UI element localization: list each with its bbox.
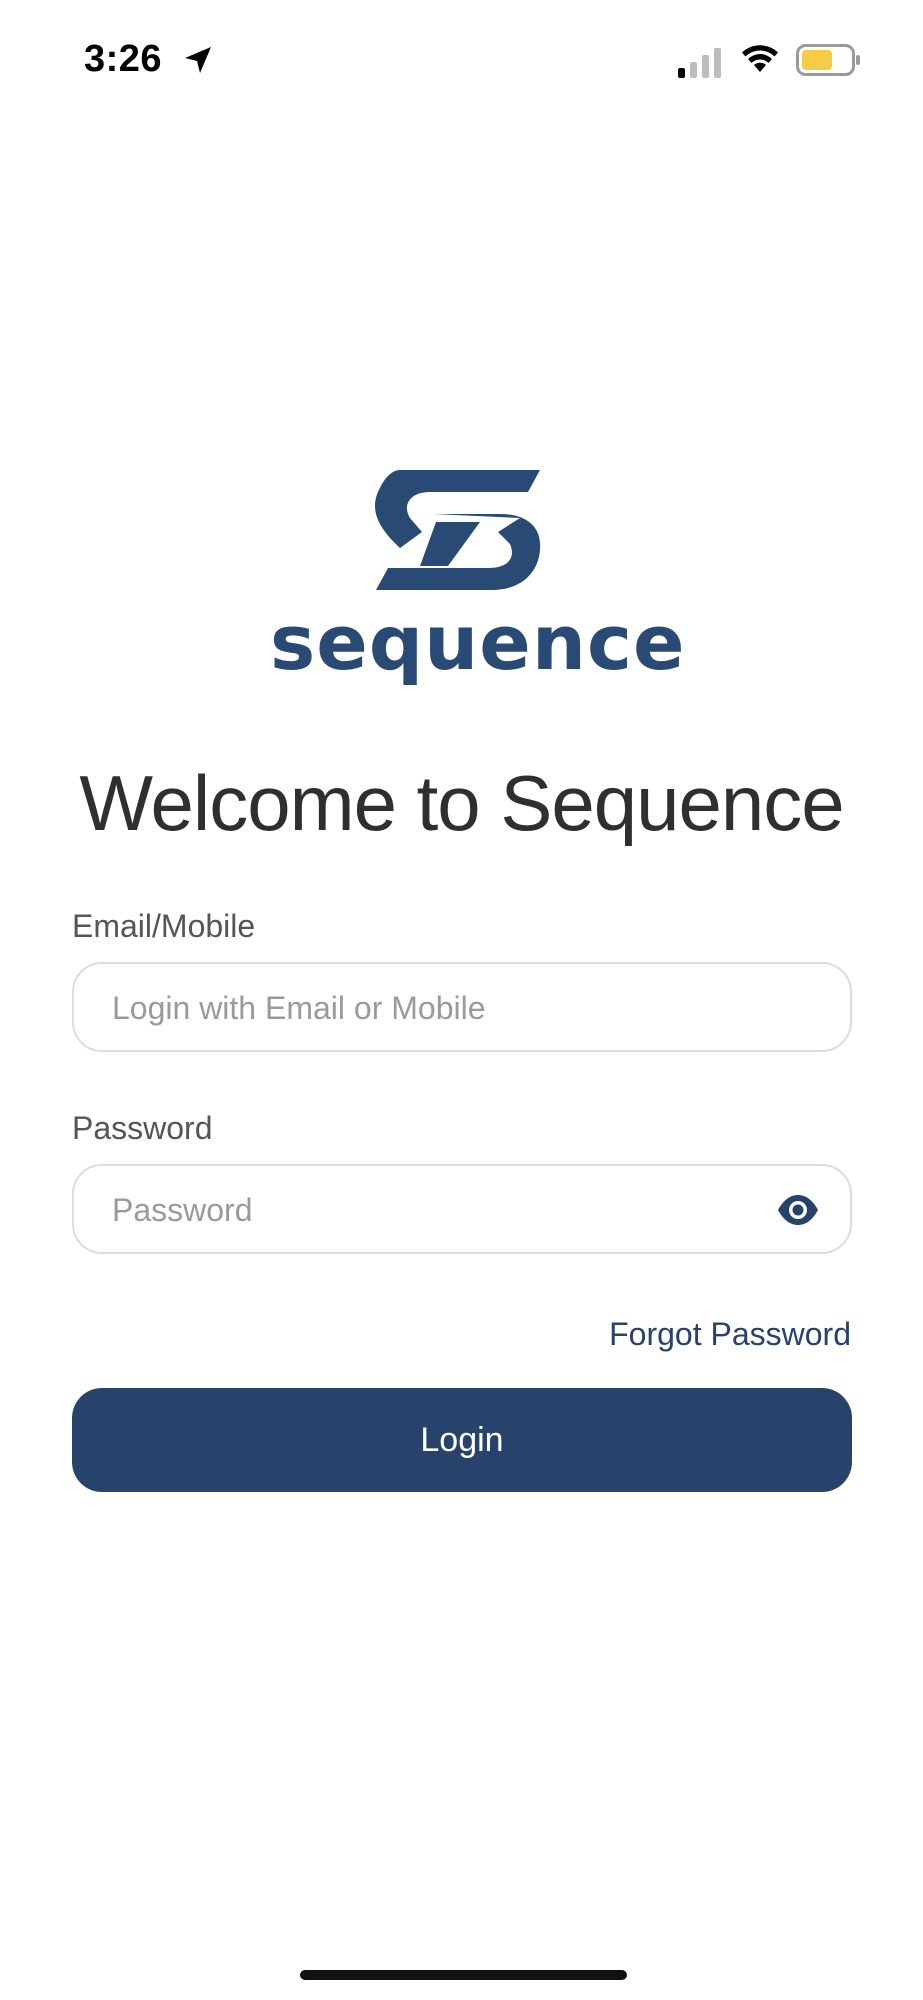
status-time: 3:26	[84, 38, 163, 80]
battery-icon	[796, 44, 860, 76]
email-field[interactable]	[110, 964, 754, 1052]
home-indicator[interactable]	[300, 1970, 627, 1980]
password-field[interactable]	[110, 1166, 754, 1254]
login-button[interactable]: Login	[72, 1388, 852, 1492]
forgot-password-link[interactable]: Forgot Password	[609, 1316, 851, 1353]
status-bar: 3:26	[0, 0, 923, 120]
logo-wordmark: sequence	[270, 598, 686, 687]
password-label: Password	[72, 1110, 213, 1146]
sequence-logo: sequence	[270, 460, 686, 700]
sequence-logo-icon	[374, 470, 541, 590]
email-label: Email/Mobile	[72, 908, 256, 944]
cellular-signal-icon	[678, 48, 721, 78]
page-title: Welcome to Sequence	[79, 759, 844, 847]
email-field-container[interactable]	[72, 962, 852, 1052]
eye-icon[interactable]	[776, 1192, 820, 1228]
location-arrow-icon	[185, 47, 211, 73]
password-field-container[interactable]	[72, 1164, 852, 1254]
wifi-icon	[742, 45, 778, 72]
